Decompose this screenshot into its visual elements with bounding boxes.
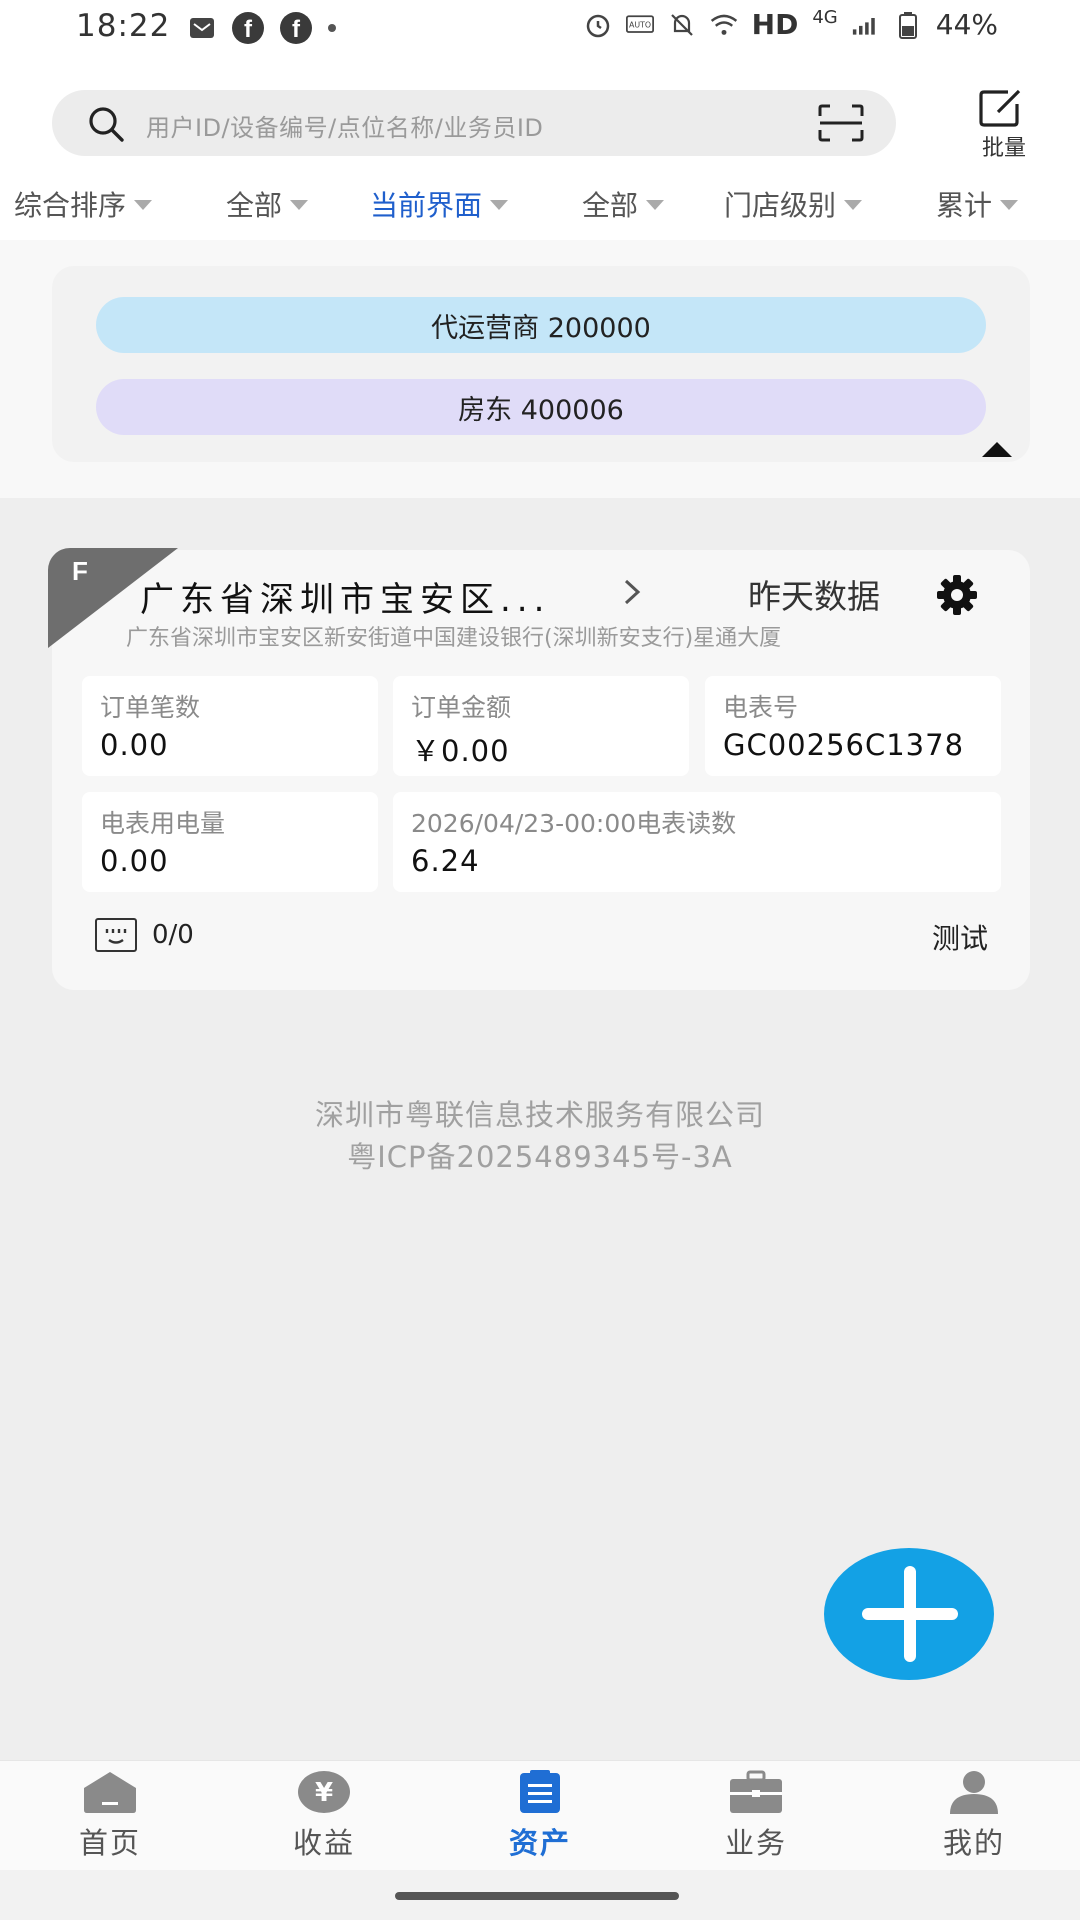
mute-icon	[668, 12, 696, 38]
badge-letter: F	[72, 556, 88, 586]
filter-label: 累计	[936, 189, 993, 222]
svg-text:AUTO: AUTO	[629, 20, 651, 29]
auto-hz-icon: AUTO	[625, 12, 654, 38]
collapse-up-icon[interactable]	[982, 442, 1012, 457]
role-landlord-pill[interactable]: 房东 400006	[96, 379, 986, 435]
status-notification-icons: f f	[188, 10, 336, 46]
chevron-down-icon	[844, 200, 863, 210]
filter-cumulative[interactable]: 累计	[936, 184, 1019, 224]
status-system-icons: AUTO HD 4G 44%	[584, 7, 998, 41]
nav-earnings[interactable]: ¥ 收益	[244, 1770, 404, 1862]
test-tag: 测试	[932, 922, 989, 955]
filter-current-view[interactable]: 当前界面	[370, 184, 509, 224]
chevron-right-icon[interactable]	[622, 578, 642, 610]
nav-assets[interactable]: 资产	[460, 1770, 620, 1862]
facebook-icon: f	[280, 12, 312, 44]
card-title[interactable]: 广东省深圳市宝安区...	[140, 572, 550, 621]
stat-meter-reading: 2026/04/23-00:00电表读数 6.24	[393, 792, 1001, 892]
chevron-down-icon	[290, 200, 309, 210]
nav-label: 业务	[724, 1826, 787, 1860]
company-info: 深圳市粤联信息技术服务有限公司 粤ICP备2025489345号-3A	[0, 1094, 1080, 1178]
filter-sort[interactable]: 综合排序	[14, 184, 153, 224]
mail-icon	[188, 15, 216, 41]
nav-home[interactable]: 首页	[30, 1770, 190, 1862]
filter-label: 全部	[582, 189, 639, 222]
stat-label: 订单金额	[411, 693, 512, 722]
stat-label: 2026/04/23-00:00电表读数	[411, 809, 737, 838]
signal-icon	[852, 12, 880, 38]
filter-label: 全部	[226, 189, 283, 222]
battery-icon	[894, 11, 922, 39]
gear-icon[interactable]	[934, 572, 980, 618]
briefcase-icon	[728, 1770, 784, 1814]
status-time: 18:22	[76, 8, 171, 44]
alarm-icon	[584, 12, 612, 38]
home-indicator[interactable]	[395, 1892, 679, 1900]
stat-value: 6.24	[411, 844, 480, 878]
nav-label: 资产	[508, 1826, 571, 1860]
scan-icon[interactable]	[818, 104, 864, 146]
batch-button[interactable]: 批量	[966, 130, 1042, 162]
stat-value: GC00256C1378	[723, 728, 965, 762]
stat-meter-number: 电表号 GC00256C1378	[705, 676, 1001, 776]
dot-icon	[328, 24, 336, 32]
user-icon	[946, 1770, 1002, 1814]
meter-icon	[95, 918, 137, 952]
filter-all-1[interactable]: 全部	[226, 184, 309, 224]
nav-label: 我的	[942, 1826, 1005, 1860]
nav-mine[interactable]: 我的	[894, 1770, 1054, 1862]
network-type: HD	[751, 8, 799, 41]
nav-business[interactable]: 业务	[676, 1770, 836, 1862]
wifi-icon	[710, 12, 738, 38]
stat-order-amount: 订单金额 ￥0.00	[393, 676, 689, 776]
home-icon	[82, 1770, 138, 1814]
filter-all-2[interactable]: 全部	[582, 184, 665, 224]
svg-text:¥: ¥	[315, 1778, 333, 1808]
stat-label: 订单笔数	[100, 693, 201, 722]
search-icon	[86, 104, 126, 148]
edit-icon[interactable]	[978, 88, 1024, 132]
filter-label: 当前界面	[370, 189, 483, 222]
filter-label: 综合排序	[14, 189, 127, 222]
stat-order-count: 订单笔数 0.00	[82, 676, 378, 776]
battery-percent: 44%	[935, 8, 998, 41]
chevron-down-icon	[646, 200, 665, 210]
stat-meter-usage: 电表用电量 0.00	[82, 792, 378, 892]
clipboard-icon	[512, 1770, 568, 1814]
stat-value: 0.00	[100, 844, 169, 878]
facebook-icon: f	[232, 12, 264, 44]
filter-label: 门店级别	[724, 189, 837, 222]
yen-icon: ¥	[296, 1770, 352, 1814]
role-operator-pill[interactable]: 代运营商 200000	[96, 297, 986, 353]
stat-label: 电表用电量	[100, 809, 226, 838]
meter-count: 0/0	[152, 920, 194, 950]
plus-icon	[904, 1566, 916, 1662]
chevron-down-icon	[134, 200, 153, 210]
signal-type: 4G	[812, 7, 838, 28]
filter-store-level[interactable]: 门店级别	[724, 184, 863, 224]
nav-label: 收益	[292, 1826, 355, 1860]
chevron-down-icon	[490, 200, 509, 210]
chevron-down-icon	[1000, 200, 1019, 210]
stat-label: 电表号	[723, 693, 799, 722]
search-placeholder: 用户ID/设备编号/点位名称/业务员ID	[146, 114, 544, 142]
company-icp: 粤ICP备2025489345号-3A	[347, 1140, 733, 1174]
company-name: 深圳市粤联信息技术服务有限公司	[314, 1098, 765, 1132]
stat-value: 0.00	[100, 728, 169, 762]
stat-value: ￥0.00	[411, 734, 510, 768]
nav-label: 首页	[78, 1826, 141, 1860]
yesterday-data-label: 昨天数据	[748, 577, 880, 616]
card-address: 广东省深圳市宝安区新安街道中国建设银行(深圳新安支行)星通大厦	[126, 626, 782, 651]
